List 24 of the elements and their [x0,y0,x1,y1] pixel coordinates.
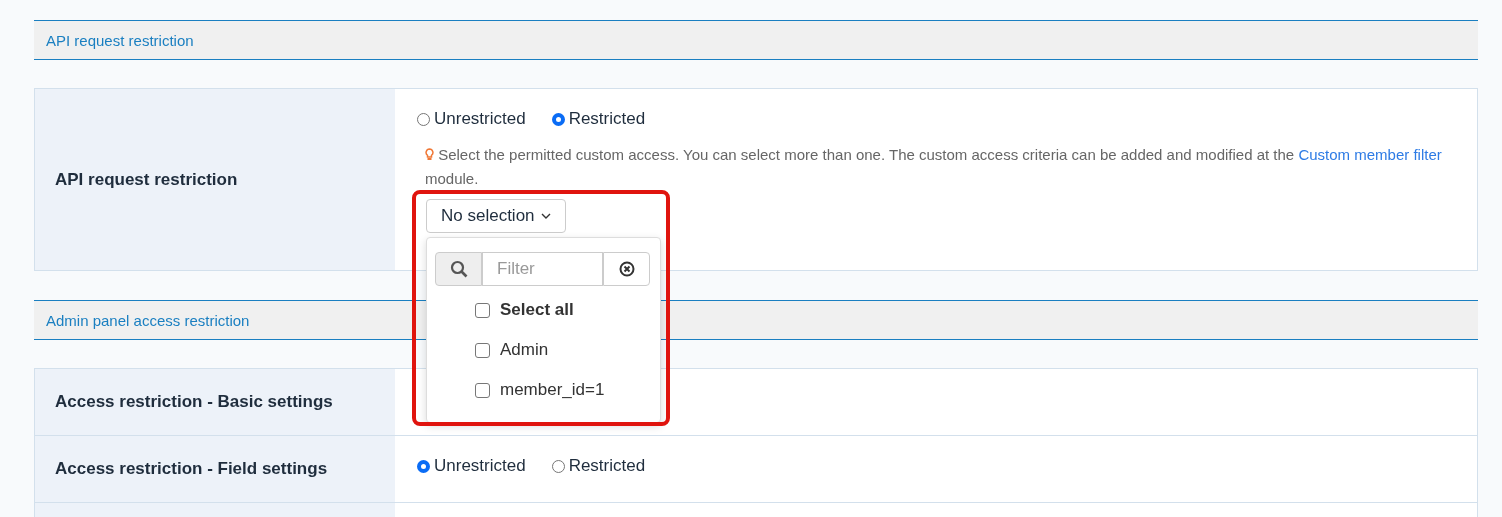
checkbox[interactable] [475,342,490,358]
search-icon [435,252,482,286]
checkbox[interactable] [475,302,490,318]
row-label: API request restriction [55,169,238,190]
radio-option[interactable]: Unrestricted [417,456,526,476]
hint-text: Select the permitted custom access. You can select more than one. The custom access criteria can be added and modified at the Custom member filter module. [425,145,1443,189]
radio-option[interactable]: Restricted [551,456,646,476]
row-label: Access restriction - Field settings [55,459,328,479]
menu-option[interactable]: member_id=1 [435,370,652,410]
radio-option[interactable]: Restricted [551,109,646,129]
checkbox[interactable] [475,382,490,398]
clear-button[interactable] [603,252,650,286]
section-title: API request restriction [46,31,194,49]
section-title: Admin panel access restriction [46,311,250,329]
radio-option[interactable]: Unrestricted [417,109,526,129]
menu-option[interactable]: Select all [435,290,652,330]
row-label: Access restriction - Basic settings [55,392,333,412]
custom-member-filter-link[interactable]: Custom member filter [1298,146,1442,163]
filter-field[interactable]: Filter [482,252,603,286]
caret-icon [540,213,551,219]
multiselect-button[interactable]: No selection [426,199,566,233]
menu-option[interactable]: Admin [435,330,652,370]
clear-icon [618,261,635,277]
lightbulb-icon [425,148,434,161]
